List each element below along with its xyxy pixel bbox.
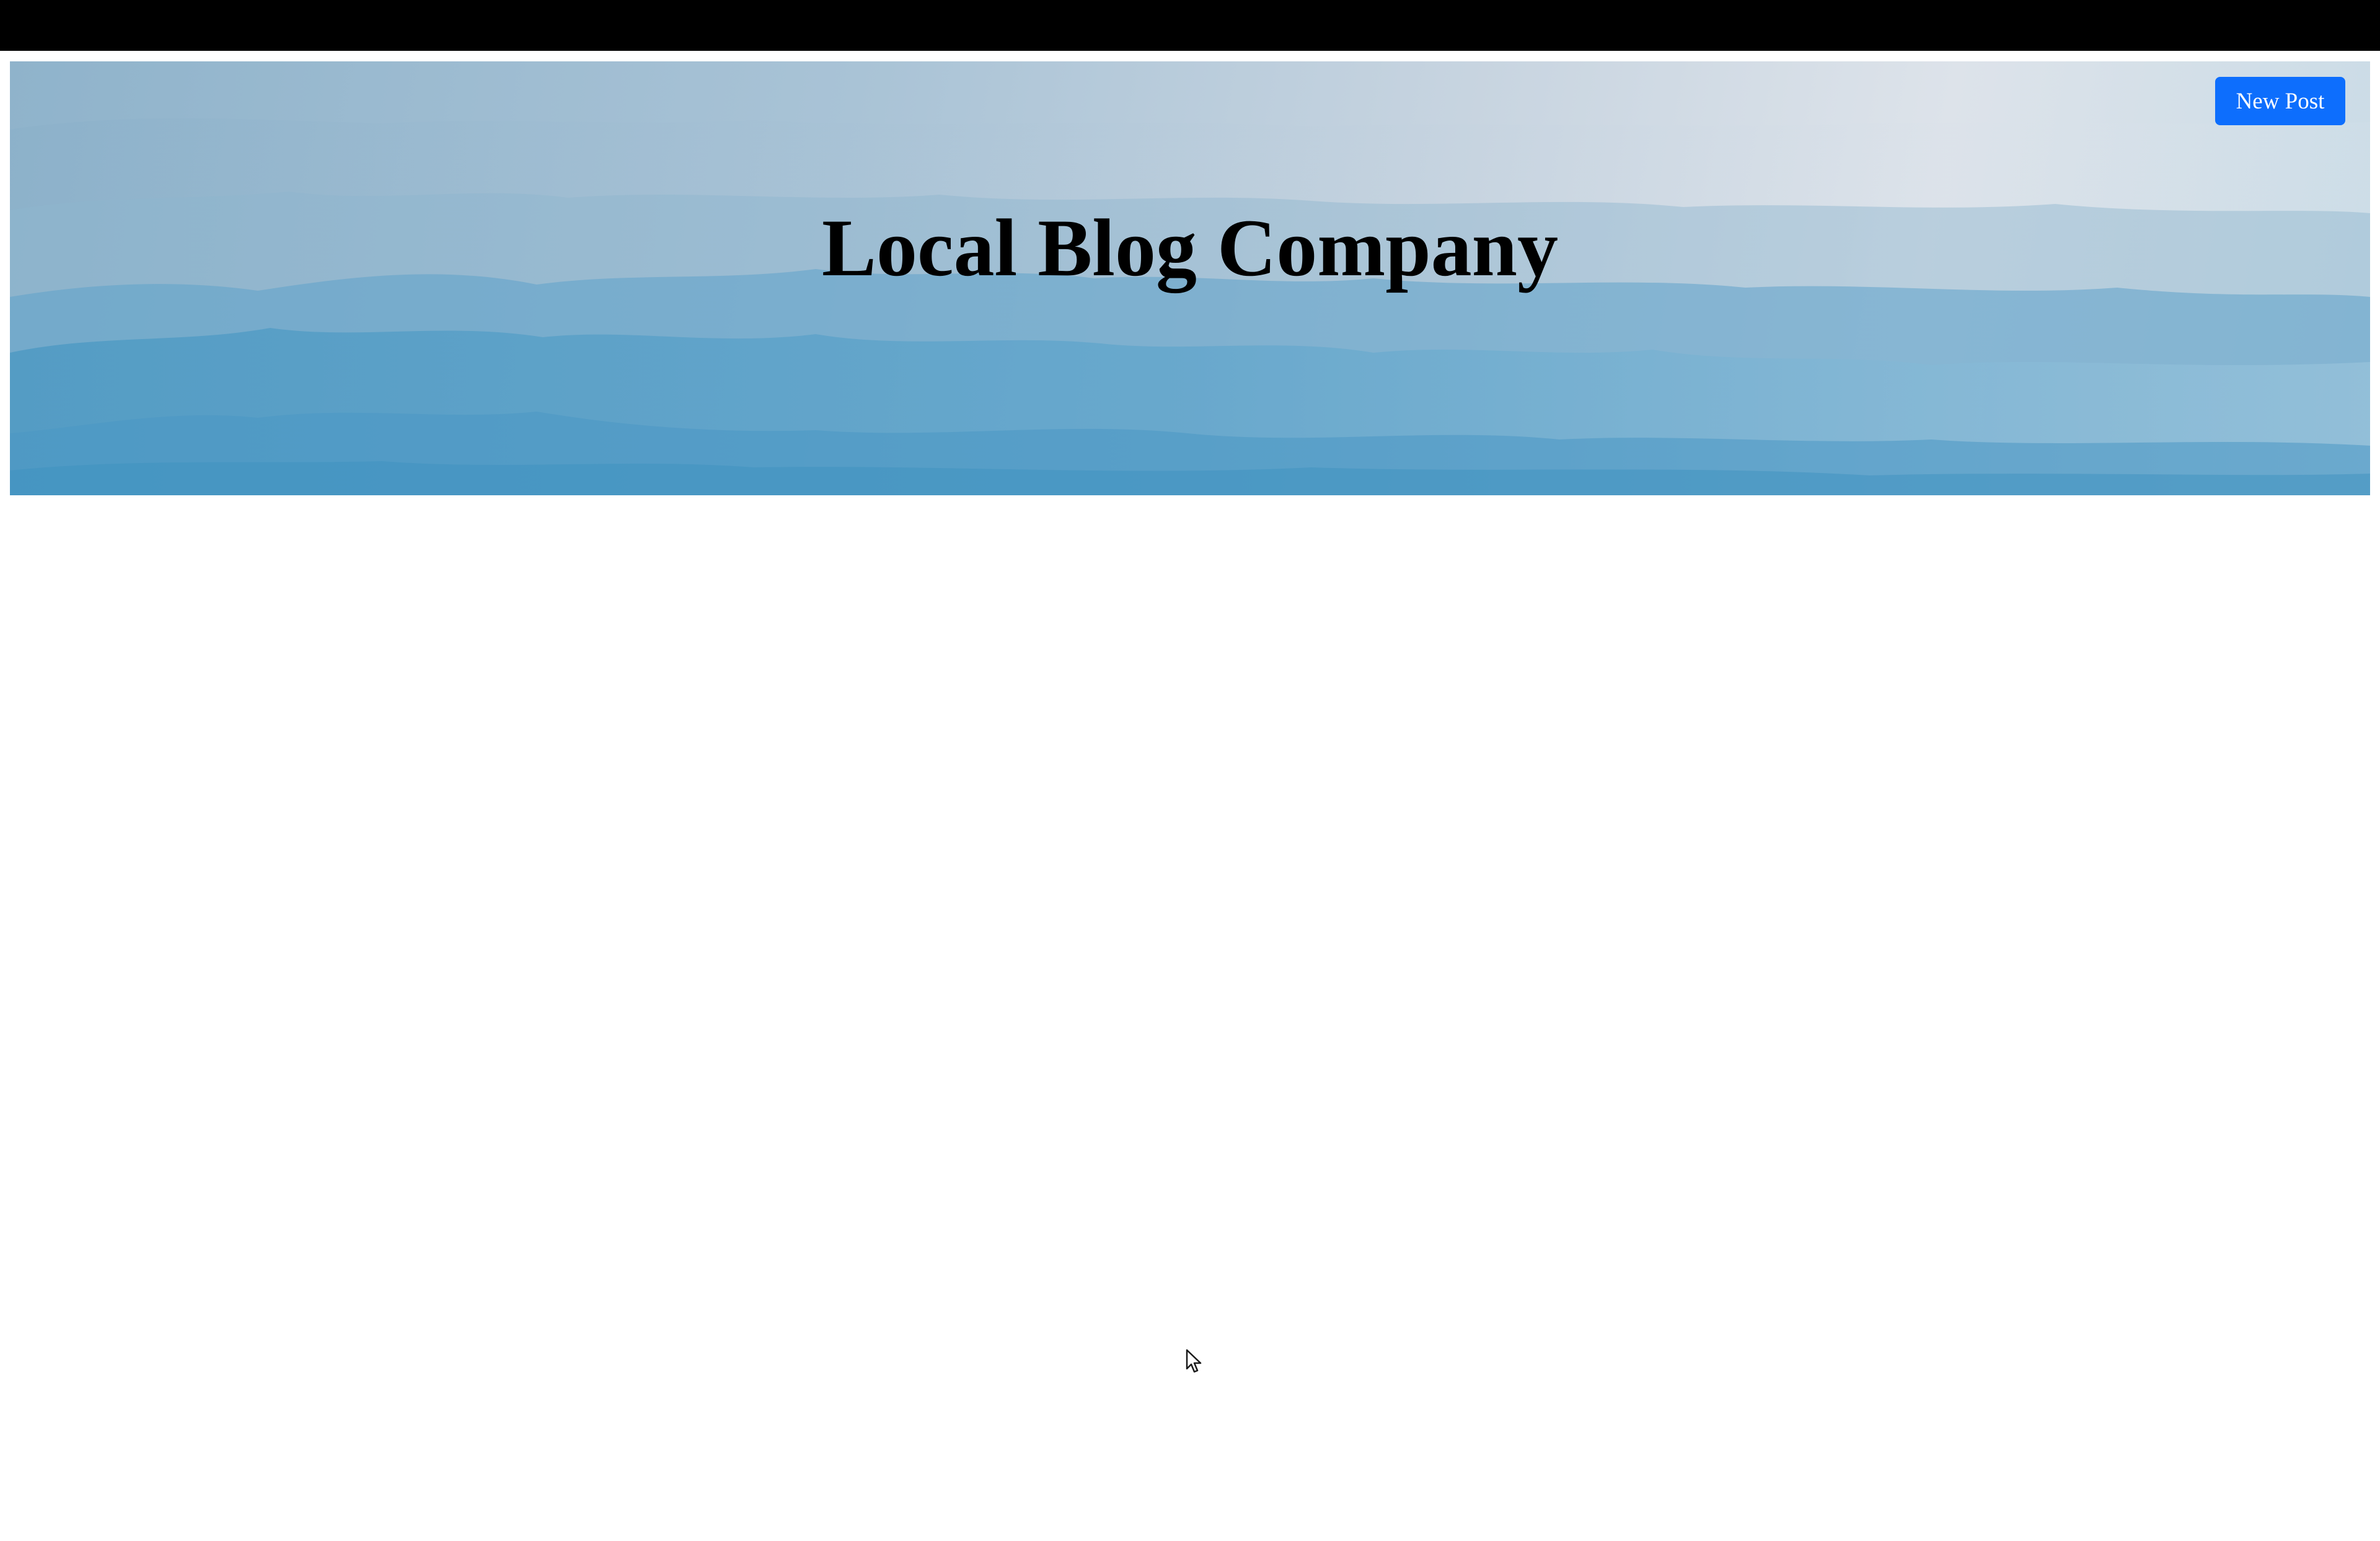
main-content-area [0,495,2380,1541]
page-title: Local Blog Company [821,201,1559,293]
hero-banner: Local Blog Company New Post [10,61,2370,495]
mouse-pointer-icon [1186,1349,1202,1373]
top-black-bar [0,0,2380,51]
new-post-button[interactable]: New Post [2215,77,2345,125]
